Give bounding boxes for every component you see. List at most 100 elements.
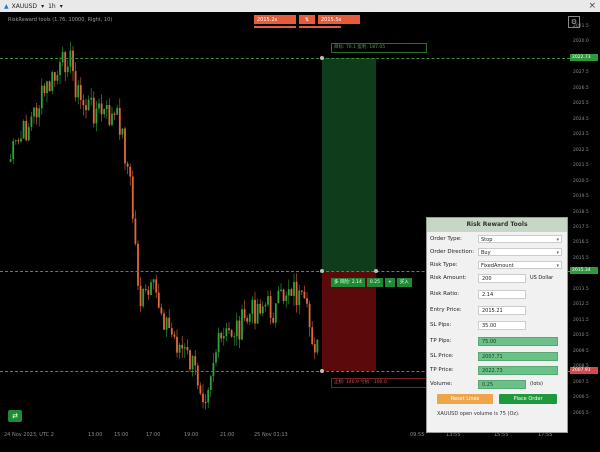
price-tick: 2021.5 [573,163,589,169]
risk-amount-row: Risk Amount: 200 US Dollar [430,273,564,283]
price-tick: 2020.0 [573,39,589,45]
tp-pips-row: TP Pips: 75.00 [430,336,564,346]
risk-ratio-row: Risk Ratio: 2.14 [430,289,564,299]
price-tick: 2025.5 [573,101,589,107]
order-direction-label: Order Direction: [430,249,475,255]
volume-label: Volume: [430,381,453,387]
bid-price[interactable]: 2015.2s [254,15,296,24]
tp-handle[interactable] [320,56,324,60]
price-tick: 2007.5 [573,379,589,385]
sl-price-row: SL Price: 2007.71 [430,351,564,361]
volume-row: Volume: 0.25 (lots) [430,379,564,389]
price-tick: 2019.5 [573,194,589,200]
risk-amount-label: Risk Amount: [430,275,467,281]
symbol-selector[interactable]: XAUUSD [12,3,37,10]
risk-reward-panel: Risk Reward Tools Order Type: Stop ▾ Orde… [426,217,568,433]
price-tick: 2021.5 [573,24,589,29]
order-type-row: Order Type: Stop ▾ [430,234,564,244]
time-tick: 17:00 [146,432,161,438]
entry-handle-right[interactable] [374,269,378,273]
chevron-down-icon: ▾ [556,250,559,256]
risk-type-select[interactable]: FixedAmount ▾ [478,261,562,269]
price-tick: 2017.5 [573,225,589,230]
tp-pips-label: TP Pips: [430,338,452,344]
price-tick: 2026.5 [573,85,589,91]
price-tick: 2005.5 [573,410,589,416]
tp-price-row: TP Price: 2022.73 [430,365,564,375]
tp-price-input[interactable]: 2022.73 [478,365,558,375]
timeframe-selector[interactable]: 1h [48,3,56,10]
price-tick: 2023.5 [573,132,589,138]
tp-pips-input[interactable]: 75.00 [478,336,558,346]
entry-volume-text: 0.25 [366,278,383,287]
entry-buy-button[interactable]: 买入 [396,278,412,287]
sl-pips-row: SL Pips: 35.00 [430,320,564,330]
time-tick: 25 Nov 01:13 [254,432,288,438]
time-tick: 15:00 [114,432,129,438]
sl-pips-label: SL Pips: [430,322,452,328]
order-direction-select[interactable]: Buy ▾ [478,248,562,256]
time-tick: 24 Nov 2023, UTC 2 [4,432,54,438]
price-axis[interactable]: 2021.52020.02029.52027.52026.52025.52024… [570,20,600,422]
place-order-button[interactable]: Place Order [499,394,557,404]
open-volume-note: XAUUSD open volume is 75 (Oz). [437,411,520,417]
indicator-label: RiskReward tools (1.76, 10000, Right, 10… [8,17,113,23]
panel-title: Risk Reward Tools [427,218,567,232]
close-icon[interactable]: × [588,0,596,12]
sl-handle[interactable] [320,369,324,373]
toolbox-icon[interactable]: ⇄ [8,410,22,422]
price-tick: 2010.5 [573,333,589,339]
price-tick: 2006.5 [573,395,589,401]
chevron-down-icon: ▾ [556,263,559,269]
chart-app-icon: ▲ [4,2,9,10]
sl-price-tag: 2007.91 [570,367,598,374]
chevron-down-icon: ▾ [556,237,559,243]
entry-risk-text: 多 风险: 2.14 [331,278,365,287]
order-type-select[interactable]: Stop ▾ [478,235,562,243]
entry-handle-left[interactable] [320,269,324,273]
time-tick: 13:00 [88,432,103,438]
price-tick: 2020.5 [573,178,589,184]
risk-type-row: Risk Type: FixedAmount ▾ [430,260,564,270]
entry-plus-button[interactable]: + [384,278,395,287]
volume-unit: (lots) [530,381,543,387]
time-tick: 19:00 [184,432,199,438]
swap-icon[interactable]: ⇅ [299,15,315,24]
entry-price-row: Entry Price: 2015.21 [430,305,564,315]
tp-line[interactable] [0,58,570,59]
sl-price-label: SL Price: [430,353,454,359]
entry-price-tag: 2015.34 [570,267,598,274]
bid-ask-bars [254,26,341,28]
risk-amount-input[interactable]: 200 [478,273,526,283]
price-tick: 2024.5 [573,116,589,122]
bid-ask-panel: 2015.2s ⇅ 2015.5s [254,15,360,24]
price-tick: 2016.5 [573,240,589,246]
sl-pips-input[interactable]: 35.00 [478,320,526,330]
price-tick: 2009.5 [573,348,589,354]
risk-ratio-input[interactable]: 2.14 [478,289,526,299]
tp-price-label: TP Price: [430,367,454,373]
chevron-down-icon[interactable]: ▾ [41,3,44,10]
time-tick: 09:55 [410,432,425,438]
ask-price[interactable]: 2015.5s [318,15,360,24]
sl-info-label: 止损: 140.9 亏损: -100.0 [331,378,427,388]
price-tick: 2022.5 [573,147,589,153]
order-type-label: Order Type: [430,236,462,242]
price-tick: 2012.5 [573,302,589,308]
volume-input[interactable]: 0.25 [478,379,526,389]
price-tick: 2013.5 [573,286,589,292]
entry-price-input[interactable]: 2015.21 [478,305,526,315]
tp-price-tag: 2022.73 [570,54,598,61]
tp-info-label: 目标: 70.1 盈利: 187.05 [331,43,427,53]
risk-amount-unit: US Dollar [530,275,554,281]
entry-price-label: Entry Price: [430,307,462,313]
risk-ratio-label: Risk Ratio: [430,291,460,297]
sl-price-input[interactable]: 2007.71 [478,351,558,361]
price-tick: 2018.5 [573,209,589,215]
window-titlebar: ▲ XAUUSD ▾ 1h ▾ × [0,0,600,12]
chevron-down-icon[interactable]: ▾ [60,3,63,10]
time-tick: 21:00 [220,432,235,438]
price-tick: 2015.5 [573,255,589,261]
take-profit-zone[interactable] [322,58,376,271]
reset-lines-button[interactable]: Reset Lines [437,394,493,404]
